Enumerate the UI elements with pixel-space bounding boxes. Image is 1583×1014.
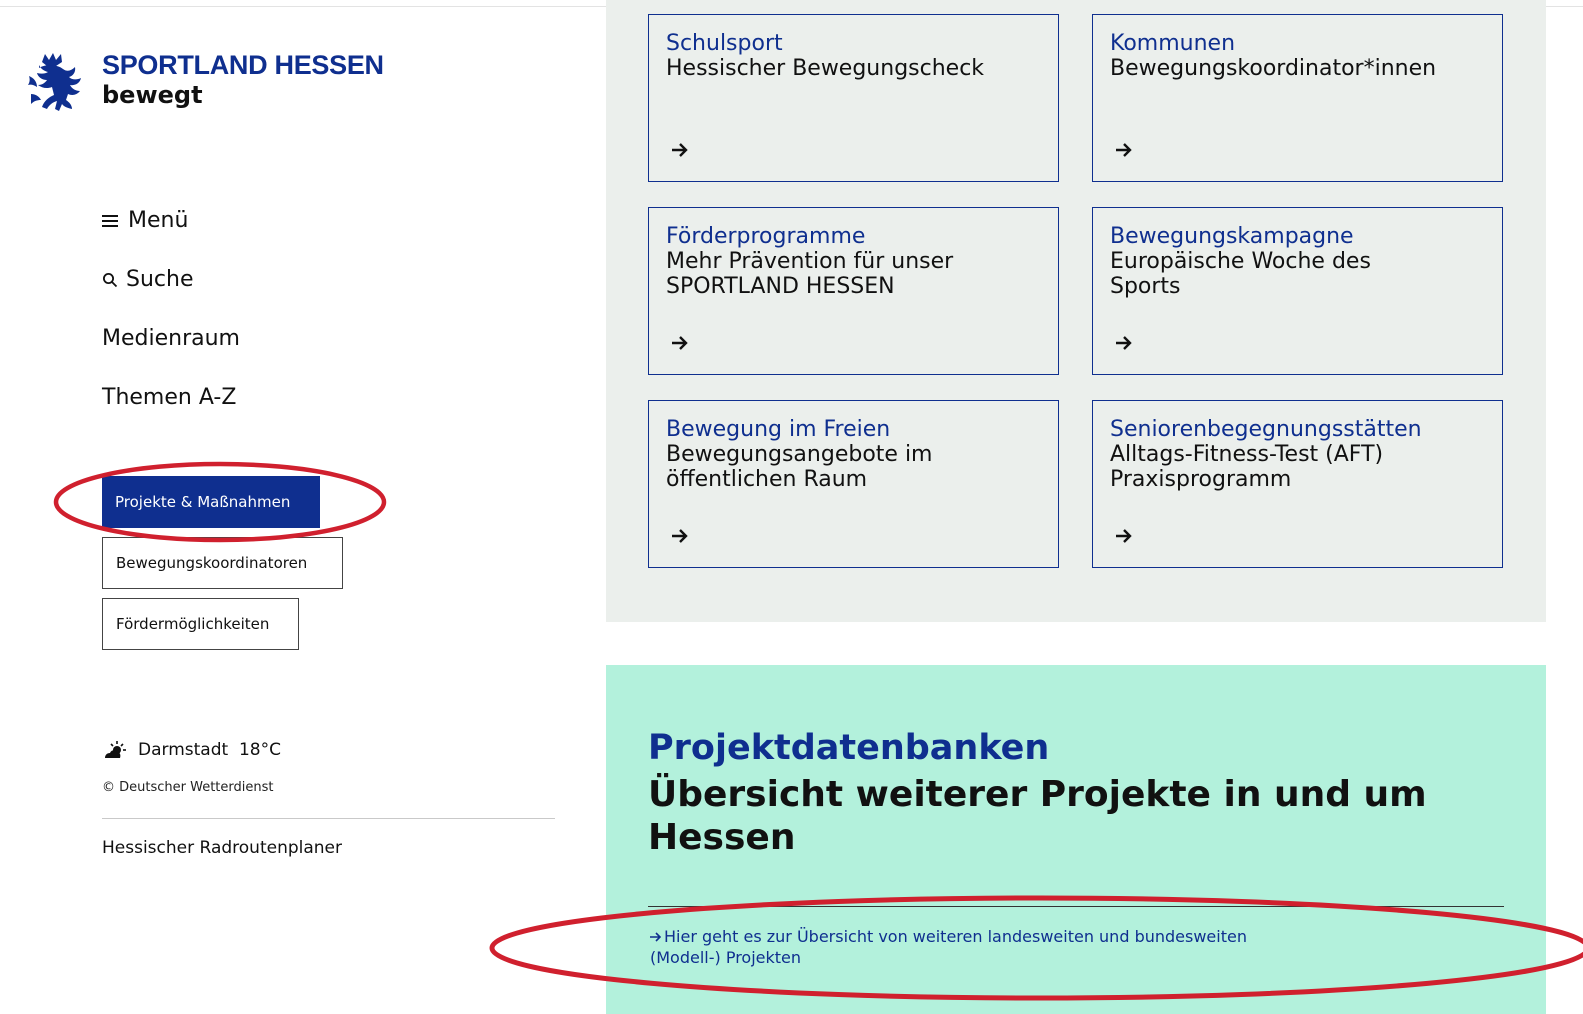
tile-title: Bewegungskoordinator*innen [1110,56,1437,81]
tile-bewegung-im-freien[interactable]: Bewegung im Freien Bewegungsangebote im … [648,400,1059,568]
tile-foerderprogramme[interactable]: Förderprogramme Mehr Prävention für unse… [648,207,1059,375]
search-icon [103,272,118,287]
tile-kicker: Förderprogramme [666,224,866,249]
brand-subtitle[interactable]: bewegt [102,81,203,109]
tile-kicker: Bewegung im Freien [666,417,891,442]
link-radroutenplaner[interactable]: Hessischer Radroutenplaner [102,838,342,858]
section-divider [648,906,1504,907]
site-logo[interactable] [25,50,83,116]
tile-kommunen[interactable]: Kommunen Bewegungskoordinator*innen [1092,14,1503,182]
partly-cloudy-sun-icon [105,741,126,758]
menu-label: Menü [128,208,189,233]
arrow-right-icon [672,336,688,350]
hamburger-icon [102,214,120,228]
subnav-foerdermoeglichkeiten[interactable]: Fördermöglichkeiten [102,598,299,650]
search-button[interactable]: Suche [102,267,193,292]
nav-link-themen-a-z[interactable]: Themen A-Z [102,385,236,410]
search-label: Suche [126,267,194,292]
tile-kicker: Seniorenbegegnungsstätten [1110,417,1422,442]
tile-kicker: Schulsport [666,31,783,56]
sidebar-divider [102,818,555,819]
subnav-projekte-massnahmen[interactable]: Projekte & Maßnahmen [102,476,320,528]
tile-title: Alltags-Fitness-Test (AFT) Praxisprogram… [1110,442,1384,492]
weather-credit[interactable]: © Deutscher Wetterdienst [102,780,273,795]
link-projekt-uebersicht[interactable]: Hier geht es zur Übersicht von weiteren … [650,926,1250,968]
tile-title: Bewegungsangebote im öffentlichen Raum [666,442,933,492]
link-text: Hier geht es zur Übersicht von weiteren … [650,927,1247,967]
section-kicker: Projektdatenbanken [648,728,1050,768]
arrow-right-icon [1116,529,1132,543]
brand-title[interactable]: SPORTLAND HESSEN [102,50,384,81]
arrow-right-icon [1116,143,1132,157]
tile-schulsport[interactable]: Schulsport Hessischer Bewegungscheck [648,14,1059,182]
arrow-right-icon [672,529,688,543]
tile-bewegungskampagne[interactable]: Bewegungskampagne Europäische Woche des … [1092,207,1503,375]
subnav-bewegungskoordinatoren[interactable]: Bewegungskoordinatoren [102,537,343,589]
weather-widget: Darmstadt 18°C [102,740,281,760]
arrow-right-icon [650,932,662,942]
tile-seniorenbegegnungsstaetten[interactable]: Seniorenbegegnungsstätten Alltags-Fitnes… [1092,400,1503,568]
hessen-lion-icon [28,53,81,111]
tile-kicker: Bewegungskampagne [1110,224,1354,249]
arrow-right-icon [672,143,688,157]
weather-text: Darmstadt 18°C [138,740,281,760]
tile-title: Europäische Woche des Sports [1110,249,1371,299]
nav-link-medienraum[interactable]: Medienraum [102,326,240,351]
section-title: Übersicht weiterer Projekte in und um He… [648,774,1427,858]
tile-kicker: Kommunen [1110,31,1236,56]
tile-title: Hessischer Bewegungscheck [666,56,985,81]
arrow-right-icon [1116,336,1132,350]
menu-button[interactable]: Menü [102,208,188,233]
tile-title: Mehr Prävention für unser SPORTLAND HESS… [666,249,954,299]
